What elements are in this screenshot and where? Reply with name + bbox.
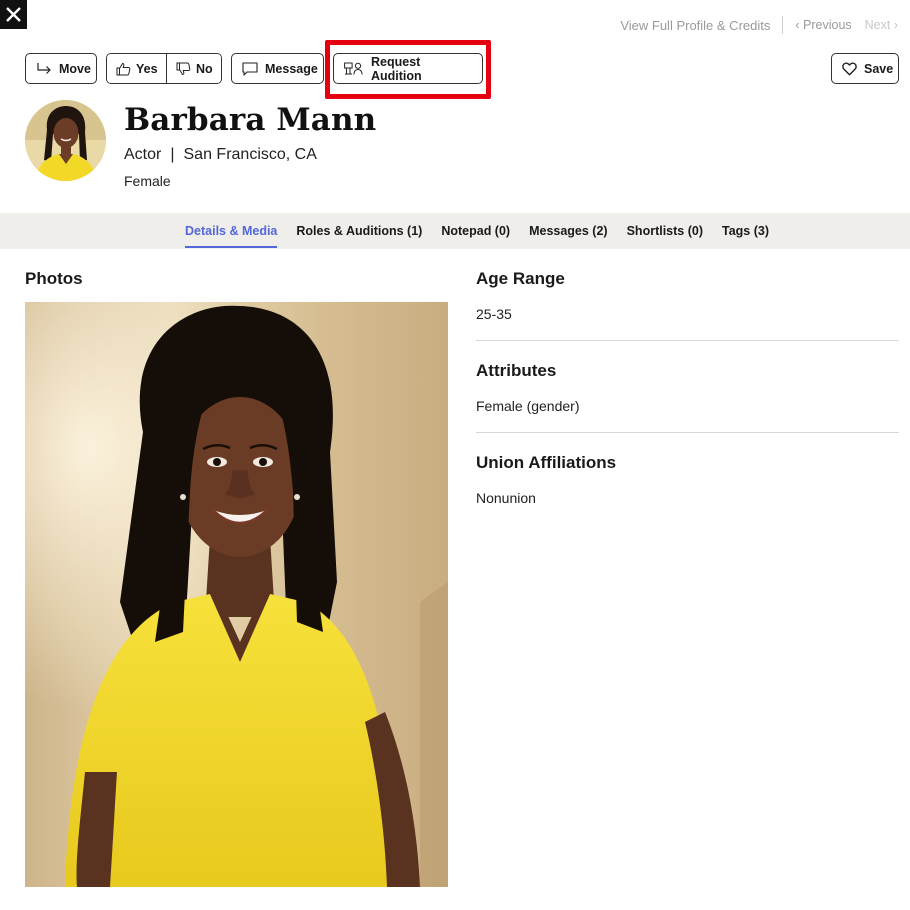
tab-tags[interactable]: Tags (3) xyxy=(722,213,769,249)
no-label: No xyxy=(196,61,213,76)
age-range-heading: Age Range xyxy=(476,269,565,288)
message-label: Message xyxy=(265,61,318,76)
profile-gender: Female xyxy=(124,173,171,189)
request-audition-button[interactable]: Request Audition xyxy=(333,53,483,84)
top-navigation: View Full Profile & Credits ‹ Previous N… xyxy=(620,16,898,34)
tab-list: Details & Media Roles & Auditions (1) No… xyxy=(185,213,788,249)
tab-notepad[interactable]: Notepad (0) xyxy=(441,213,510,249)
details-panel: Age Range 25-35 Attributes Female (gende… xyxy=(476,269,899,544)
previous-link[interactable]: ‹ Previous xyxy=(795,18,851,32)
tab-messages[interactable]: Messages (2) xyxy=(529,213,608,249)
avatar xyxy=(25,100,106,181)
yes-label: Yes xyxy=(136,61,158,76)
tab-details-media[interactable]: Details & Media xyxy=(185,213,278,249)
save-button[interactable]: Save xyxy=(831,53,899,84)
move-arrow-icon xyxy=(37,62,51,74)
attributes-value: Female (gender) xyxy=(476,398,580,414)
attributes-section: Attributes Female (gender) xyxy=(476,361,899,433)
attributes-heading: Attributes xyxy=(476,361,557,380)
headshot-photo[interactable] xyxy=(25,302,448,887)
nav-divider xyxy=(782,16,784,34)
yes-no-group: Yes No xyxy=(106,53,222,84)
profile-location: San Francisco, CA xyxy=(183,146,317,163)
close-button[interactable] xyxy=(0,0,27,29)
photos-heading: Photos xyxy=(25,269,83,288)
age-range-section: Age Range 25-35 xyxy=(476,269,899,341)
move-label: Move xyxy=(59,61,91,76)
union-section: Union Affiliations Nonunion xyxy=(476,453,899,524)
no-button[interactable]: No xyxy=(167,54,221,83)
thumbs-up-icon xyxy=(116,62,131,75)
move-button[interactable]: Move xyxy=(25,53,97,84)
union-value: Nonunion xyxy=(476,490,536,506)
subtitle-separator: | xyxy=(170,146,175,163)
profile-subtitle: Actor | San Francisco, CA xyxy=(124,146,317,164)
profile-role: Actor xyxy=(124,146,162,163)
heart-icon xyxy=(842,61,857,75)
age-range-value: 25-35 xyxy=(476,306,512,322)
yes-button[interactable]: Yes xyxy=(107,54,167,83)
message-button[interactable]: Message xyxy=(231,53,324,84)
tab-roles-auditions[interactable]: Roles & Auditions (1) xyxy=(296,213,422,249)
profile-name: Barbara Mann xyxy=(124,102,377,138)
request-audition-label: Request Audition xyxy=(371,54,422,83)
union-heading: Union Affiliations xyxy=(476,453,617,472)
view-full-profile-link[interactable]: View Full Profile & Credits xyxy=(620,18,770,33)
close-icon xyxy=(6,7,21,22)
audition-people-icon xyxy=(344,62,363,75)
save-label: Save xyxy=(864,61,894,76)
action-toolbar: Move Yes No Message Request Audition Sav… xyxy=(25,53,899,84)
message-bubble-icon xyxy=(242,61,258,76)
thumbs-down-icon xyxy=(176,62,191,75)
tab-bar: Details & Media Roles & Auditions (1) No… xyxy=(0,213,910,249)
next-link[interactable]: Next › xyxy=(865,18,898,32)
tab-shortlists[interactable]: Shortlists (0) xyxy=(627,213,703,249)
